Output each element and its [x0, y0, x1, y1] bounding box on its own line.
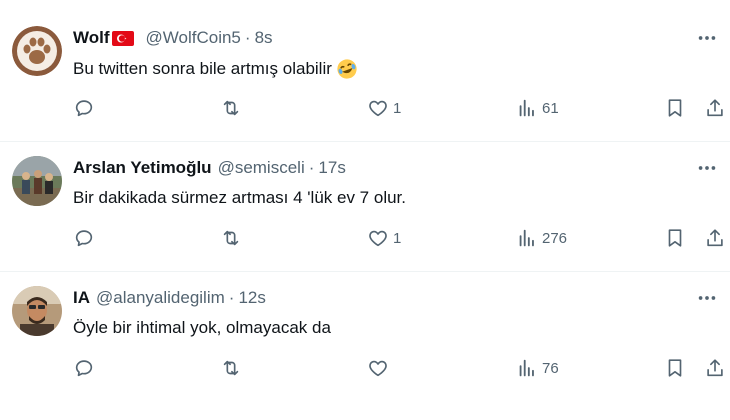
more-options-button[interactable]	[692, 156, 722, 180]
views-button[interactable]: 76	[516, 354, 559, 382]
separator-dot: ·	[228, 288, 235, 307]
bookmark-icon	[668, 99, 682, 117]
like-button[interactable]: 1	[367, 94, 401, 122]
more-options-button[interactable]	[692, 26, 722, 50]
view-count: 276	[542, 229, 568, 247]
retweet-icon	[223, 360, 239, 376]
retweet-button[interactable]	[220, 224, 242, 252]
view-count: 61	[542, 99, 559, 117]
retweet-button[interactable]	[220, 94, 242, 122]
bookmark-button[interactable]	[664, 224, 686, 252]
reply-button[interactable]	[73, 94, 95, 122]
reply-icon	[75, 100, 93, 117]
view-count: 76	[542, 359, 559, 377]
group-photo-avatar-icon	[12, 156, 62, 206]
separator-dot: ·	[244, 28, 251, 47]
like-count: 1	[393, 229, 402, 247]
more-icon	[698, 296, 716, 300]
like-button[interactable]: 1	[367, 224, 401, 252]
heart-icon	[369, 100, 387, 117]
turkey-flag-icon	[111, 30, 134, 46]
tweet-actions: 76	[0, 354, 730, 382]
tweet-header: Arslan Yetimoğlu @semisceli · 17s	[73, 156, 346, 180]
bookmark-icon	[668, 359, 682, 377]
views-icon	[519, 359, 534, 377]
share-button[interactable]	[704, 224, 726, 252]
tweet-header: Wolf @WolfCoin5 · 8s	[73, 26, 273, 50]
avatar[interactable]	[12, 156, 62, 206]
share-icon	[707, 229, 723, 247]
tweet-header: IA @alanyalidegilim · 12s	[73, 286, 266, 310]
retweet-button[interactable]	[220, 354, 242, 382]
retweet-icon	[223, 100, 239, 116]
share-button[interactable]	[704, 354, 726, 382]
views-button[interactable]: 276	[516, 224, 567, 252]
avatar[interactable]	[12, 26, 62, 76]
rolling-laughing-emoji-icon	[337, 59, 357, 79]
reply-button[interactable]	[73, 224, 95, 252]
tweet-text: Bir dakikada sürmez artması 4 'lük ev 7 …	[73, 188, 406, 208]
timestamp[interactable]: 12s	[238, 288, 265, 308]
tweet-text-content: Bu twitten sonra bile artmış olabilir	[73, 59, 332, 78]
views-icon	[519, 99, 534, 117]
man-photo-avatar-icon	[12, 286, 62, 336]
tweet-text-content: Öyle bir ihtimal yok, olmayacak da	[73, 318, 331, 337]
user-handle[interactable]: @semisceli	[218, 158, 305, 178]
paw-avatar-icon	[12, 26, 62, 76]
reply-button[interactable]	[73, 354, 95, 382]
bookmark-button[interactable]	[664, 354, 686, 382]
retweet-icon	[223, 230, 239, 246]
views-button[interactable]: 61	[516, 94, 559, 122]
user-handle[interactable]: @alanyalidegilim	[96, 288, 225, 308]
tweet-text: Bu twitten sonra bile artmış olabilir	[73, 58, 358, 80]
display-name[interactable]: Arslan Yetimoğlu	[73, 158, 212, 178]
tweet-item[interactable]: Wolf @WolfCoin5 · 8s Bu twitten sonra bi…	[0, 12, 730, 142]
more-icon	[698, 36, 716, 40]
separator-dot: ·	[308, 158, 315, 177]
tweet-item[interactable]: Arslan Yetimoğlu @semisceli · 17s Bir da…	[0, 142, 730, 272]
tweet-item[interactable]: IA @alanyalidegilim · 12s Öyle bir ihtim…	[0, 272, 730, 402]
tweet-actions: 1 276	[0, 224, 730, 252]
tweet-actions: 1 61	[0, 94, 730, 122]
more-options-button[interactable]	[692, 286, 722, 310]
reply-icon	[75, 360, 93, 377]
share-button[interactable]	[704, 94, 726, 122]
like-button[interactable]	[367, 354, 393, 382]
share-icon	[707, 359, 723, 377]
display-name[interactable]: IA	[73, 288, 90, 308]
heart-icon	[369, 230, 387, 247]
heart-icon	[369, 360, 387, 377]
user-handle[interactable]: @WolfCoin5	[146, 28, 241, 48]
avatar[interactable]	[12, 286, 62, 336]
timestamp[interactable]: 8s	[255, 28, 273, 48]
timestamp[interactable]: 17s	[318, 158, 345, 178]
tweet-text: Öyle bir ihtimal yok, olmayacak da	[73, 318, 331, 338]
display-name[interactable]: Wolf	[73, 28, 110, 48]
more-icon	[698, 166, 716, 170]
tweet-text-content: Bir dakikada sürmez artması 4 'lük ev 7 …	[73, 188, 406, 207]
share-icon	[707, 99, 723, 117]
bookmark-icon	[668, 229, 682, 247]
reply-icon	[75, 230, 93, 247]
tweet-feed: Wolf @WolfCoin5 · 8s Bu twitten sonra bi…	[0, 0, 730, 420]
bookmark-button[interactable]	[664, 94, 686, 122]
like-count: 1	[393, 99, 402, 117]
views-icon	[519, 229, 534, 247]
